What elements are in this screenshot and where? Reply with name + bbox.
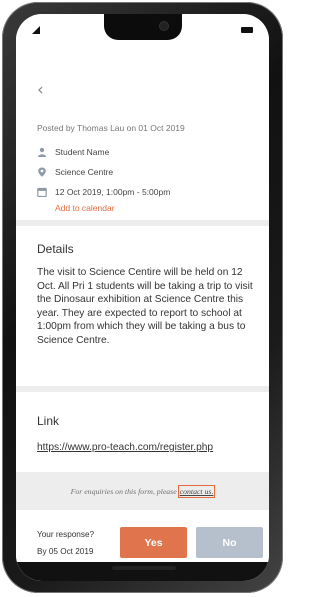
location-row: Science Centre bbox=[37, 166, 113, 178]
camera-icon bbox=[160, 22, 168, 30]
home-indicator bbox=[112, 566, 176, 570]
register-link[interactable]: https://www.pro-teach.com/register.php bbox=[37, 442, 213, 453]
person-icon bbox=[38, 147, 46, 157]
add-to-calendar-link[interactable]: Add to calendar bbox=[55, 203, 115, 213]
contact-us-link[interactable]: contact us. bbox=[177, 485, 216, 498]
student-row: Student Name bbox=[37, 146, 109, 158]
details-body: The visit to Science Centire will be hel… bbox=[37, 267, 253, 346]
link-card bbox=[16, 392, 269, 472]
screen: ‹ Posted by Thomas Lau on 01 Oct 2019 St… bbox=[16, 14, 269, 581]
calendar-icon bbox=[37, 187, 47, 197]
back-chevron-icon[interactable]: ‹ bbox=[37, 80, 44, 100]
details-heading: Details bbox=[37, 242, 74, 256]
no-button[interactable]: No bbox=[196, 527, 263, 558]
posted-by-text: Posted by Thomas Lau on 01 Oct 2019 bbox=[37, 123, 185, 133]
yes-button[interactable]: Yes bbox=[120, 527, 187, 558]
bottom-bezel bbox=[16, 562, 269, 581]
enquiry-line: For enquiries on this form, please conta… bbox=[16, 480, 269, 504]
status-bar bbox=[16, 14, 269, 60]
student-name: Student Name bbox=[55, 147, 110, 157]
event-datetime: 12 Oct 2019, 1:00pm - 5:00pm bbox=[55, 187, 171, 197]
response-question: Your response? bbox=[37, 530, 95, 539]
phone-frame: ‹ Posted by Thomas Lau on 01 Oct 2019 St… bbox=[2, 2, 283, 593]
link-heading: Link bbox=[37, 414, 60, 428]
datetime-row: 12 Oct 2019, 1:00pm - 5:00pm bbox=[37, 186, 170, 198]
location-pin-icon bbox=[38, 167, 46, 177]
notch bbox=[104, 14, 182, 40]
response-deadline: By 05 Oct 2019 bbox=[37, 547, 94, 556]
enquiry-text: For enquiries on this form, please bbox=[70, 487, 177, 496]
battery-icon bbox=[241, 27, 253, 33]
signal-icon bbox=[32, 26, 40, 34]
location-name: Science Centre bbox=[55, 167, 114, 177]
